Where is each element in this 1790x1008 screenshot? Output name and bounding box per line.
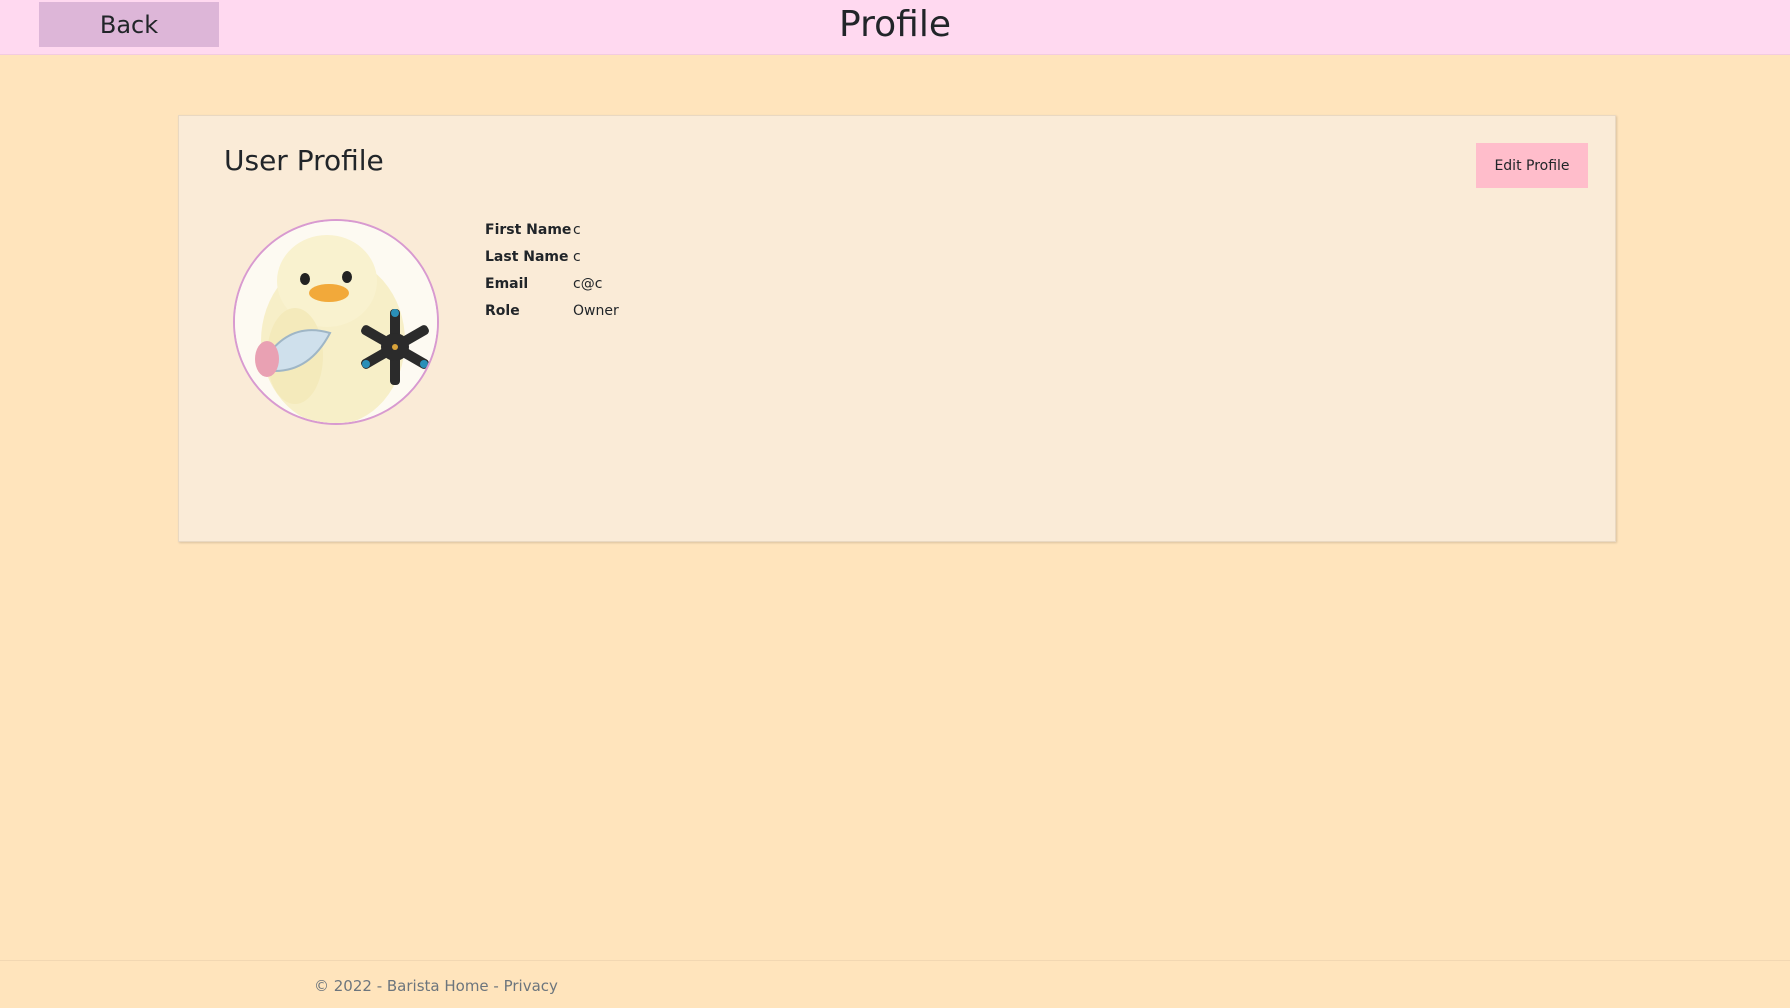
duck-avatar-image <box>235 221 437 423</box>
field-label: Role <box>485 303 520 319</box>
field-label: Email <box>485 276 529 292</box>
privacy-link[interactable]: Privacy <box>504 977 558 995</box>
field-label: Last Name <box>485 249 569 265</box>
avatar <box>233 219 439 425</box>
footer-text: © 2022 - Barista Home - Privacy <box>314 977 558 995</box>
field-value: c@c <box>573 276 603 292</box>
field-label: First Name <box>485 222 572 238</box>
footer: © 2022 - Barista Home - Privacy <box>0 960 1790 1008</box>
field-row-first-name: First Name c <box>485 220 619 241</box>
top-bar: Back Profile <box>0 0 1790 55</box>
card-title: User Profile <box>224 144 384 177</box>
edit-profile-button[interactable]: Edit Profile <box>1476 143 1588 188</box>
profile-card: User Profile Edit Profile First Name c L… <box>178 115 1616 542</box>
field-row-last-name: Last Name c <box>485 247 619 268</box>
field-value: Owner <box>573 303 619 319</box>
field-row-email: Email c@c <box>485 274 619 295</box>
page-title: Profile <box>839 4 951 45</box>
copyright-text: © 2022 - Barista Home - <box>314 977 504 995</box>
field-value: c <box>573 222 581 238</box>
field-value: c <box>573 249 581 265</box>
field-row-role: Role Owner <box>485 301 619 322</box>
profile-details: First Name c Last Name c Email c@c Role … <box>485 220 619 328</box>
